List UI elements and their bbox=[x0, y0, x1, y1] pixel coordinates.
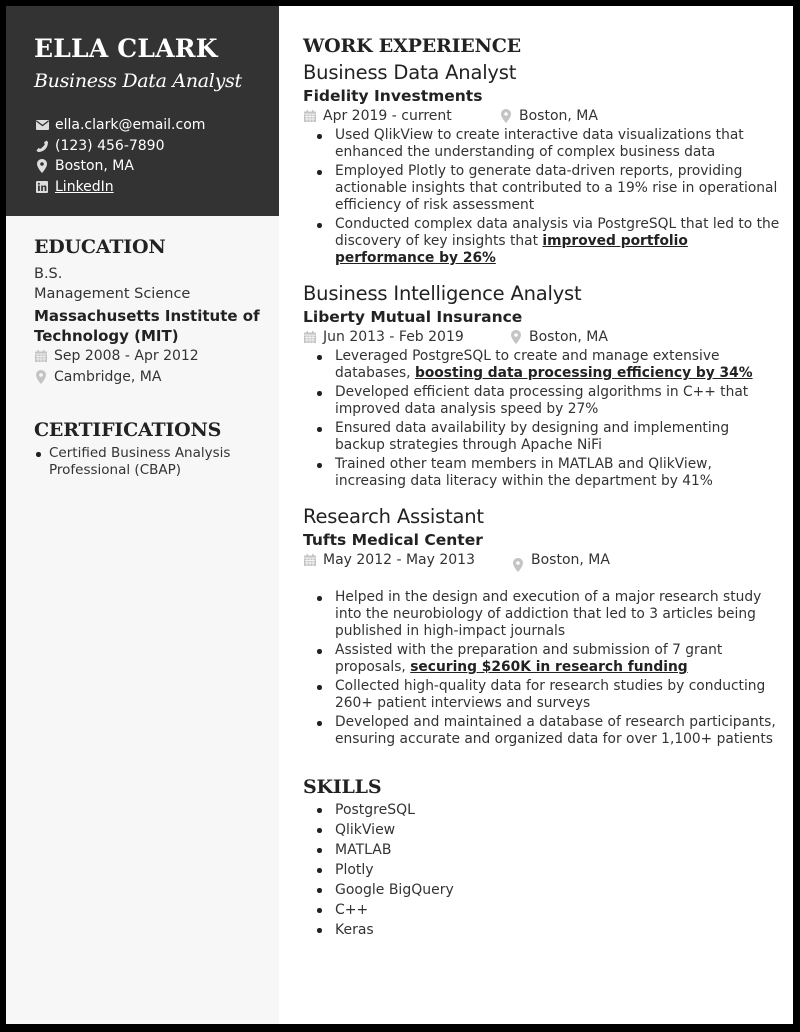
education-school: Massachusetts Institute of Technology (M… bbox=[34, 307, 260, 345]
job-dates: Jun 2013 - Feb 2019 bbox=[303, 327, 499, 347]
phone-icon bbox=[35, 139, 49, 153]
job-meta: Jun 2013 - Feb 2019 Boston, MA bbox=[303, 327, 783, 347]
education-dates-text: Sep 2008 - Apr 2012 bbox=[54, 348, 199, 364]
achievement-highlight: securing $260K in research funding bbox=[410, 659, 688, 675]
skill-item: Plotly bbox=[317, 860, 783, 880]
job-dates-text: May 2012 - May 2013 bbox=[323, 552, 475, 568]
job-bullets: Helped in the design and execution of a … bbox=[303, 589, 783, 748]
job-bullet: Trained other team members in MATLAB and… bbox=[317, 456, 783, 490]
job-bullet: Conducted complex data analysis via Post… bbox=[317, 216, 783, 267]
skill-item: C++ bbox=[317, 900, 783, 920]
envelope-icon bbox=[35, 118, 49, 132]
job-location: Boston, MA bbox=[499, 106, 598, 126]
job-location: Boston, MA bbox=[511, 550, 610, 572]
map-pin-icon bbox=[34, 369, 48, 384]
contact-location: Boston, MA bbox=[35, 156, 205, 177]
job-company: Fidelity Investments bbox=[303, 87, 483, 105]
certifications-heading: CERTIFICATIONS bbox=[34, 419, 222, 441]
skills-section: SKILLS PostgreSQL QlikView MATLAB Plotly… bbox=[303, 776, 783, 940]
education-degree: B.S. bbox=[34, 266, 63, 282]
job-entry: Research Assistant Tufts Medical Center … bbox=[303, 504, 783, 748]
contact-location-text: Boston, MA bbox=[55, 158, 134, 175]
calendar-icon bbox=[303, 109, 317, 123]
contact-email: ella.clark@email.com bbox=[35, 115, 205, 136]
job-bullet: Employed Plotly to generate data-driven … bbox=[317, 163, 783, 214]
job-bullets: Leveraged PostgreSQL to create and manag… bbox=[303, 348, 783, 490]
job-title: Business Intelligence Analyst bbox=[303, 282, 582, 305]
candidate-name: ELLA CLARK bbox=[34, 34, 218, 63]
job-location-text: Boston, MA bbox=[531, 552, 610, 568]
job-bullet: Assisted with the preparation and submis… bbox=[317, 642, 783, 676]
job-dates: May 2012 - May 2013 bbox=[303, 550, 499, 570]
skills-list: PostgreSQL QlikView MATLAB Plotly Google… bbox=[303, 800, 783, 940]
linkedin-link[interactable]: LinkedIn bbox=[55, 179, 114, 195]
education-field: Management Science bbox=[34, 286, 191, 302]
contact-phone: (123) 456-7890 bbox=[35, 136, 205, 157]
contact-email-text: ella.clark@email.com bbox=[55, 117, 206, 134]
linkedin-icon bbox=[35, 180, 49, 194]
skill-item: MATLAB bbox=[317, 840, 783, 860]
candidate-title: Business Data Analyst bbox=[34, 70, 242, 92]
skill-item: PostgreSQL bbox=[317, 800, 783, 820]
calendar-icon bbox=[303, 330, 317, 344]
job-entry: Business Data Analyst Fidelity Investmen… bbox=[303, 60, 783, 267]
job-company: Liberty Mutual Insurance bbox=[303, 308, 523, 326]
job-bullet: Collected high-quality data for research… bbox=[317, 678, 783, 712]
education-section: EDUCATION B.S. Management Science Massac… bbox=[34, 236, 274, 387]
job-bullet: Helped in the design and execution of a … bbox=[317, 589, 783, 640]
contact-linkedin[interactable]: LinkedIn bbox=[35, 177, 205, 198]
certifications-list: Certified Business Analysis Professional… bbox=[34, 445, 274, 479]
education-heading: EDUCATION bbox=[34, 236, 166, 258]
job-bullets: Used QlikView to create interactive data… bbox=[303, 127, 783, 267]
skill-item: QlikView bbox=[317, 820, 783, 840]
job-bullet: Used QlikView to create interactive data… bbox=[317, 127, 783, 161]
education-location-text: Cambridge, MA bbox=[54, 368, 162, 385]
sidebar-header: ELLA CLARK Business Data Analyst ella.cl… bbox=[6, 6, 279, 216]
job-bullet: Developed efficient data processing algo… bbox=[317, 384, 783, 418]
job-bullet: Ensured data availability by designing a… bbox=[317, 420, 783, 454]
job-bullet: Leveraged PostgreSQL to create and manag… bbox=[317, 348, 783, 382]
map-pin-icon bbox=[35, 159, 49, 174]
job-title: Business Data Analyst bbox=[303, 61, 517, 84]
job-title: Research Assistant bbox=[303, 505, 484, 528]
certifications-section: CERTIFICATIONS Certified Business Analys… bbox=[34, 419, 274, 479]
calendar-icon bbox=[34, 349, 48, 363]
job-dates-text: Apr 2019 - current bbox=[323, 108, 452, 124]
contact-phone-text: (123) 456-7890 bbox=[55, 137, 165, 154]
job-entry: Business Intelligence Analyst Liberty Mu… bbox=[303, 281, 783, 490]
job-dates: Apr 2019 - current bbox=[303, 106, 499, 126]
calendar-icon bbox=[303, 553, 317, 567]
education-location: Cambridge, MA bbox=[34, 367, 274, 388]
skill-item: Keras bbox=[317, 920, 783, 940]
education-dates: Sep 2008 - Apr 2012 bbox=[34, 346, 274, 367]
job-dates-text: Jun 2013 - Feb 2019 bbox=[323, 329, 464, 345]
achievement-highlight: boosting data processing efficiency by 3… bbox=[414, 365, 753, 381]
sidebar: ELLA CLARK Business Data Analyst ella.cl… bbox=[6, 6, 279, 1024]
map-pin-icon bbox=[511, 558, 525, 572]
job-location-text: Boston, MA bbox=[529, 329, 608, 345]
job-location-text: Boston, MA bbox=[519, 108, 598, 124]
contact-list: ella.clark@email.com (123) 456-7890 Bost… bbox=[35, 115, 205, 197]
certification-item: Certified Business Analysis Professional… bbox=[36, 445, 274, 479]
map-pin-icon bbox=[509, 330, 523, 344]
main-content: WORK EXPERIENCE Business Data Analyst Fi… bbox=[303, 32, 783, 940]
job-location: Boston, MA bbox=[509, 327, 608, 347]
work-experience-heading: WORK EXPERIENCE bbox=[303, 35, 521, 57]
skill-item: Google BigQuery bbox=[317, 880, 783, 900]
job-meta: May 2012 - May 2013 Boston, MA bbox=[303, 550, 783, 588]
skills-heading: SKILLS bbox=[303, 776, 382, 798]
resume-page: ELLA CLARK Business Data Analyst ella.cl… bbox=[6, 6, 793, 1024]
job-bullet: Developed and maintained a database of r… bbox=[317, 714, 783, 748]
job-meta: Apr 2019 - current Boston, MA bbox=[303, 106, 783, 126]
job-company: Tufts Medical Center bbox=[303, 531, 483, 549]
map-pin-icon bbox=[499, 109, 513, 123]
